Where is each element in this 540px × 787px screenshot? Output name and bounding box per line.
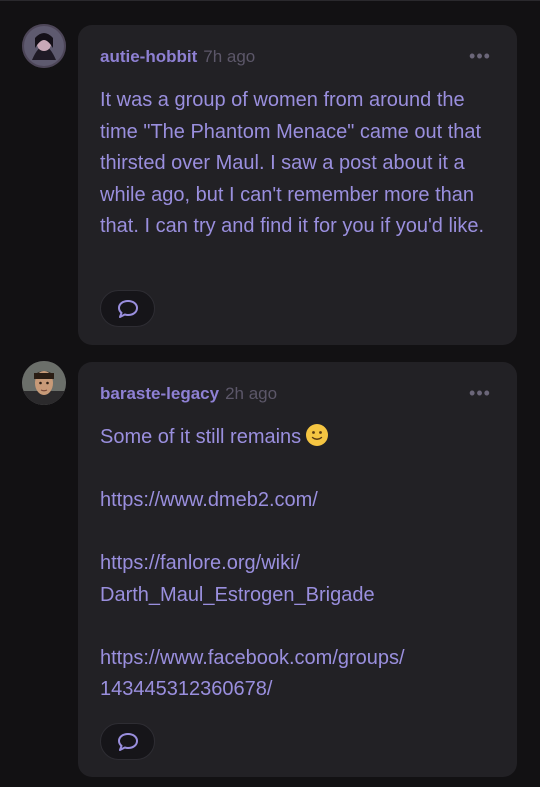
comment-text: It was a group of women from around the … [100, 85, 505, 243]
comment-meta: autie-hobbit 7h ago [100, 47, 255, 67]
link-fanlore[interactable]: https://fanlore.org/wiki/ Darth_Maul_Est… [100, 548, 505, 611]
speech-bubble-icon [118, 300, 138, 318]
timestamp: 7h ago [203, 47, 256, 66]
more-options-icon[interactable]: ••• [465, 384, 495, 404]
reply-button[interactable] [100, 290, 155, 327]
link-dmeb2[interactable]: https://www.dmeb2.com/ [100, 485, 505, 517]
timestamp: 2h ago [225, 384, 278, 403]
avatar[interactable] [22, 24, 66, 68]
comment-bubble: autie-hobbit 7h ago ••• It was a group of… [78, 25, 517, 345]
speech-bubble-icon [118, 733, 138, 751]
reply-button[interactable] [100, 723, 155, 760]
username-link[interactable]: autie-hobbit [100, 47, 197, 66]
comment-line: Some of it still remains [100, 422, 505, 454]
link-facebook[interactable]: https://www.facebook.com/groups/ 1434453… [100, 643, 505, 706]
avatar-image [22, 24, 66, 68]
comment-thread: autie-hobbit 7h ago ••• It was a group of… [0, 0, 540, 787]
divider [0, 0, 540, 1]
avatar[interactable] [22, 361, 66, 405]
comment-meta: baraste-legacy 2h ago [100, 384, 277, 404]
comment-paragraph: It was a group of women from around the … [100, 89, 485, 237]
username-link[interactable]: baraste-legacy [100, 384, 219, 403]
comment-text-line: Some of it still remains [100, 426, 302, 448]
comment-bubble: baraste-legacy 2h ago ••• Some of it stil… [78, 362, 517, 777]
slightly-smiling-face-icon [306, 424, 329, 446]
comment-text: Some of it still remains https://www.dme… [100, 422, 505, 706]
more-options-icon[interactable]: ••• [465, 47, 495, 67]
avatar-image [22, 361, 66, 405]
